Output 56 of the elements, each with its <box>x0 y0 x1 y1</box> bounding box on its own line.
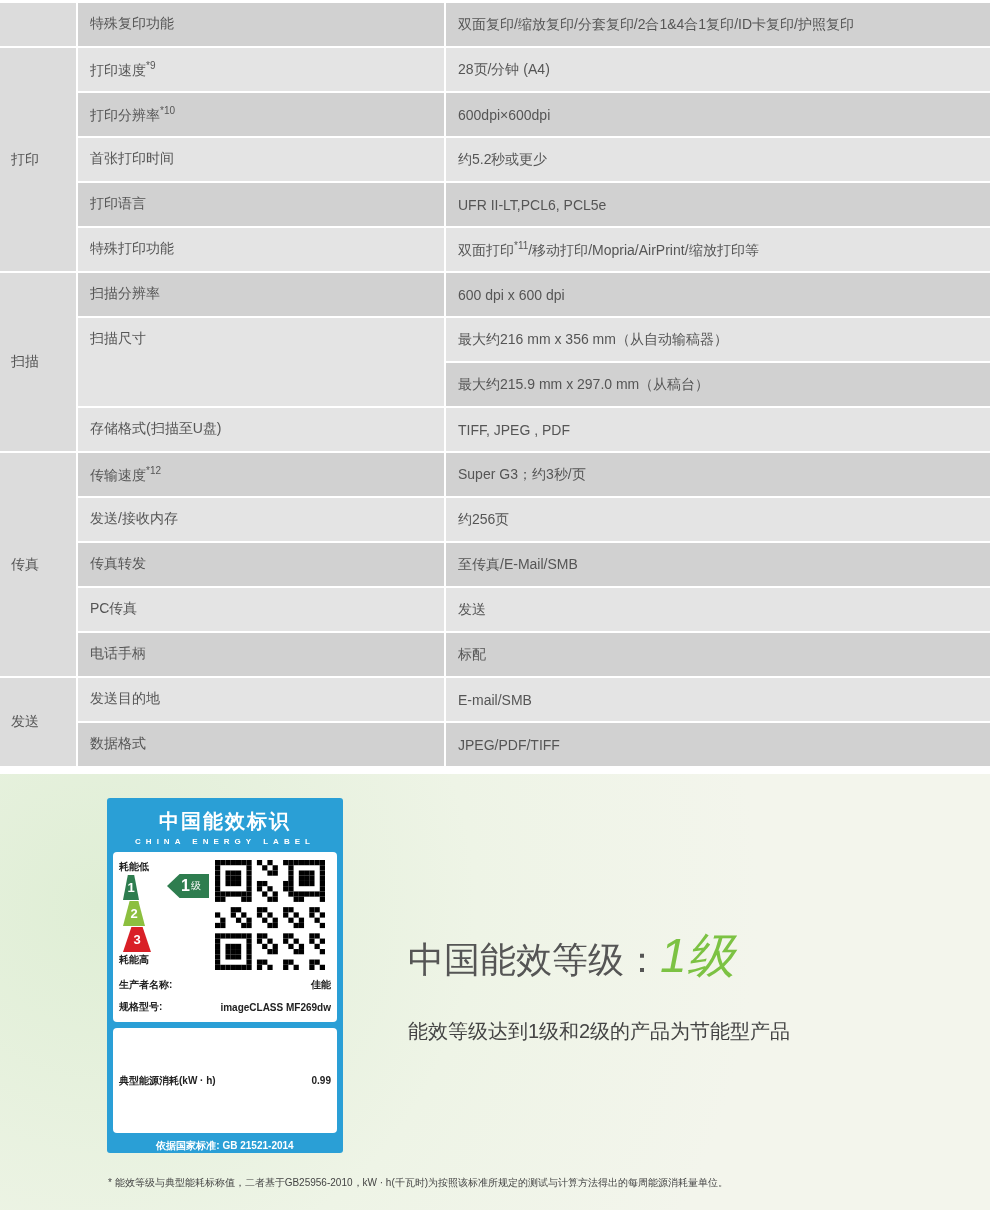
high-label: 耗能高 <box>119 953 149 967</box>
category-cell: 传真 <box>0 453 76 676</box>
field-value: 佳能 <box>311 978 331 992</box>
spec-label: 传真转发 <box>78 543 444 586</box>
energy-heading: 中国能效等级： <box>408 938 660 982</box>
spec-value: 最大约215.9 mm x 297.0 mm（从稿台） <box>446 363 990 406</box>
spec-label: 传输速度$^{*12}$ <box>78 453 444 496</box>
label-title: 中国能效标识 <box>158 809 292 834</box>
spec-value: TIFF, JPEG , PDF <box>446 408 990 451</box>
standard-text: 依据国家标准: GB 21521-2014 <box>155 1139 295 1153</box>
spec-label: 电话手柄 <box>78 633 444 676</box>
spec-value: 约256页 <box>446 498 990 541</box>
grade-bar: 2 <box>123 901 145 926</box>
spec-label: 数据格式 <box>78 723 444 766</box>
spec-value: UFR II-LT,PCL6, PCL5e <box>446 183 990 226</box>
spec-label: 特殊复印功能 <box>78 3 444 46</box>
spec-value: JPEG/PDF/TIFF <box>446 723 990 766</box>
grade-text: 1级 <box>660 928 735 984</box>
field-label: 规格型号: <box>119 1000 163 1014</box>
category-cell: 打印 <box>0 48 76 271</box>
spec-label: 发送/接收内存 <box>78 498 444 541</box>
energy-note: 能效等级达到1级和2级的产品为节能型产品 <box>408 1019 791 1044</box>
spec-label: 发送目的地 <box>78 678 444 721</box>
qr-code-icon <box>215 860 325 970</box>
low-label: 耗能低 <box>119 860 149 874</box>
spec-value: 约5.2秒或更少 <box>446 138 990 181</box>
spec-value: 至传真/E-Mail/SMB <box>446 543 990 586</box>
footnote: * 能效等级与典型能耗标称值，二者基于GB25956-2010，kW · h(千瓦时)为按照该标准所规定的测试与计算方法得出的每周能源消耗量单位。 <box>108 1176 729 1190</box>
spec-value: Super G3；约3秒/页 <box>446 453 990 496</box>
spec-label: 打印速度$^{*9}$ <box>78 48 444 91</box>
spec-value: 28页/分钟 (A4) <box>446 48 990 91</box>
spec-value: E-mail/SMB <box>446 678 990 721</box>
spec-value: 最大约216 mm x 356 mm（从自动输稿器） <box>446 318 990 361</box>
field-label: 生产者名称: <box>119 978 173 992</box>
spec-value: 双面打印$^{*11}$/移动打印/Mopria/AirPrint/缩放打印等 <box>446 228 990 271</box>
spec-label: 打印语言 <box>78 183 444 226</box>
spec-label: PC传真 <box>78 588 444 631</box>
field-value: imageCLASS MF269dw <box>220 1001 331 1013</box>
spec-label: 扫描尺寸 <box>78 318 444 406</box>
spec-label: 特殊打印功能 <box>78 228 444 271</box>
spec-value: 600dpi×600dpi <box>446 93 990 136</box>
spec-value: 双面复印/缩放复印/分套复印/2合1&4合1复印/ID卡复印/护照复印 <box>446 3 990 46</box>
spec-label: 扫描分辨率 <box>78 273 444 316</box>
grade-bar: 1 <box>123 875 139 900</box>
category-cell: 扫描 <box>0 273 76 451</box>
spec-value: 标配 <box>446 633 990 676</box>
grade-bar: 3 <box>123 927 151 952</box>
consumption-value: 0.99 <box>311 1075 331 1086</box>
consumption-label: 典型能源消耗(kW · h) <box>119 1073 216 1088</box>
spec-value: 600 dpi x 600 dpi <box>446 273 990 316</box>
label-subtitle: CHINA ENERGY LABEL <box>134 837 316 846</box>
spec-label: 打印分辨率$^{*10}$ <box>78 93 444 136</box>
spec-label: 首张打印时间 <box>78 138 444 181</box>
spec-value: 发送 <box>446 588 990 631</box>
category-cell: 发送 <box>0 678 76 766</box>
spec-label: 存储格式(扫描至U盘) <box>78 408 444 451</box>
